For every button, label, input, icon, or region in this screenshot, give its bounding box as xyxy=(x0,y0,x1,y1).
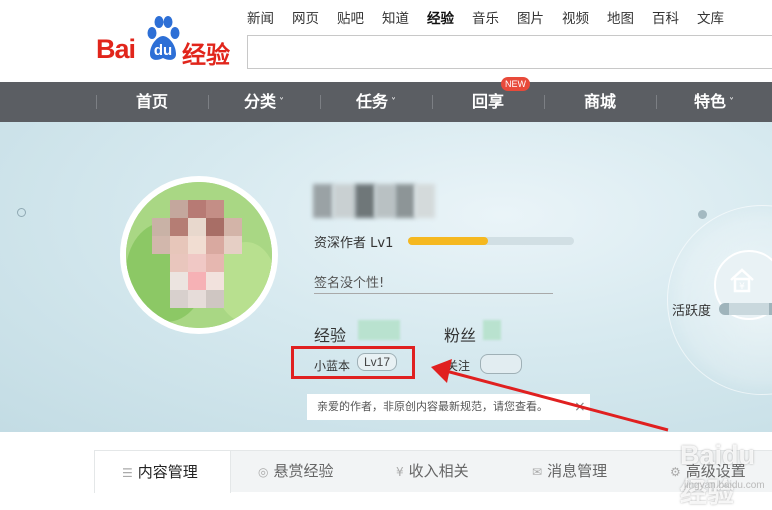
top-nav-item[interactable]: 贴吧 xyxy=(337,10,364,28)
tab-label: 悬赏经验 xyxy=(273,462,334,480)
signature-field[interactable]: 签名没个性! xyxy=(314,272,384,291)
watermark-text: Baidu经验 xyxy=(680,440,756,508)
author-rank: 资深作者 Lv1 xyxy=(314,236,394,251)
top-nav-item[interactable]: 文库 xyxy=(697,10,724,28)
chevron-down-icon: ˅ xyxy=(729,97,734,108)
top-nav-item[interactable]: 百科 xyxy=(652,10,679,28)
annotation-highlight-box xyxy=(291,346,415,379)
house-yen-icon: ¥ xyxy=(730,268,754,293)
profile-banner: ¥ 活跃度 资深作者 Lv1 签名没个性! 经验 粉丝 小蓝本 Lv17 关注 … xyxy=(0,122,772,432)
fans-label[interactable]: 粉丝 xyxy=(444,322,476,346)
logo-du-text: du xyxy=(153,42,173,59)
watermark-url: jingyan.baidu.com xyxy=(684,480,765,491)
tab-content-management[interactable]: ☰ 内容管理 xyxy=(94,450,231,493)
nav-item-featured[interactable]: 特色 ˅ xyxy=(656,82,772,122)
nav-item-category[interactable]: 分类 ˅ xyxy=(208,82,320,122)
nav-item-label: 商城 xyxy=(583,92,616,111)
top-nav-item[interactable]: 知道 xyxy=(382,10,409,28)
top-nav-item[interactable]: 音乐 xyxy=(472,10,499,28)
new-badge: NEW xyxy=(501,77,530,91)
top-nav-item[interactable]: 地图 xyxy=(607,10,634,28)
top-nav: 新闻 网页 贴吧 知道 经验 音乐 图片 视频 地图 百科 文库 xyxy=(247,10,742,28)
top-nav-item[interactable]: 新闻 xyxy=(247,10,274,28)
top-nav-item[interactable]: 网页 xyxy=(292,10,319,28)
level-progress-fill xyxy=(408,237,488,245)
tab-messages[interactable]: ✉ 消息管理 xyxy=(532,450,607,492)
decorative-ring-icon xyxy=(17,208,26,217)
tab-label: 内容管理 xyxy=(137,463,198,481)
tab-label: 消息管理 xyxy=(547,462,608,480)
chevron-down-icon: ˅ xyxy=(279,97,284,108)
activity-value-blurred xyxy=(719,303,772,315)
tab-reward-experience[interactable]: ◎ 悬赏经验 xyxy=(258,450,334,492)
nav-item-task[interactable]: 任务 ˅ xyxy=(320,82,432,122)
nav-item-label: 任务 xyxy=(355,92,388,111)
nav-item-label: 回享 xyxy=(471,92,504,111)
decorative-dot-icon xyxy=(698,210,707,219)
follow-label[interactable]: 关注 xyxy=(446,357,470,374)
exp-value-blurred xyxy=(358,320,400,340)
logo-bai-text: Bai xyxy=(96,34,136,64)
level-progress-bar xyxy=(408,237,574,245)
fans-value-blurred xyxy=(483,320,501,340)
follow-value-blurred xyxy=(480,354,522,374)
main-nav: 首页 分类 ˅ 任务 ˅ 回享 商城 特色 ˅ xyxy=(0,82,772,122)
nav-item-mall[interactable]: 商城 xyxy=(544,82,656,122)
svg-text:¥: ¥ xyxy=(739,282,745,292)
yen-icon: ¥ xyxy=(396,465,404,479)
baidu-jingyan-logo[interactable]: Bai du 经验 xyxy=(96,16,246,69)
signature-underline xyxy=(314,293,553,294)
avatar xyxy=(126,182,272,328)
reward-icon: ◎ xyxy=(258,465,269,479)
tab-income[interactable]: ¥ 收入相关 xyxy=(396,450,469,492)
nav-item-label: 分类 xyxy=(243,92,276,111)
exp-label[interactable]: 经验 xyxy=(314,322,346,346)
chevron-down-icon: ˅ xyxy=(391,97,396,108)
close-icon[interactable]: × xyxy=(574,398,586,416)
top-nav-item[interactable]: 视频 xyxy=(562,10,589,28)
logo-product-text: 经验 xyxy=(182,41,230,69)
search-input[interactable] xyxy=(247,35,772,69)
list-icon: ☰ xyxy=(122,466,133,480)
top-nav-item-active[interactable]: 经验 xyxy=(427,10,454,28)
notice-text: 亲爱的作者，非原创内容最新规范，请您查看。 xyxy=(317,400,548,413)
nav-item-label: 特色 xyxy=(693,92,726,111)
tab-label: 收入相关 xyxy=(408,462,469,480)
activity-label: 活跃度 xyxy=(672,304,712,319)
notice-banner[interactable]: 亲爱的作者，非原创内容最新规范，请您查看。 xyxy=(307,394,590,420)
nav-item-label: 首页 xyxy=(135,92,168,111)
avatar-frame[interactable] xyxy=(120,176,278,334)
mail-icon: ✉ xyxy=(532,465,543,479)
top-nav-item[interactable]: 图片 xyxy=(517,10,544,28)
nav-item-home[interactable]: 首页 xyxy=(96,82,208,122)
username-blurred xyxy=(313,184,435,218)
